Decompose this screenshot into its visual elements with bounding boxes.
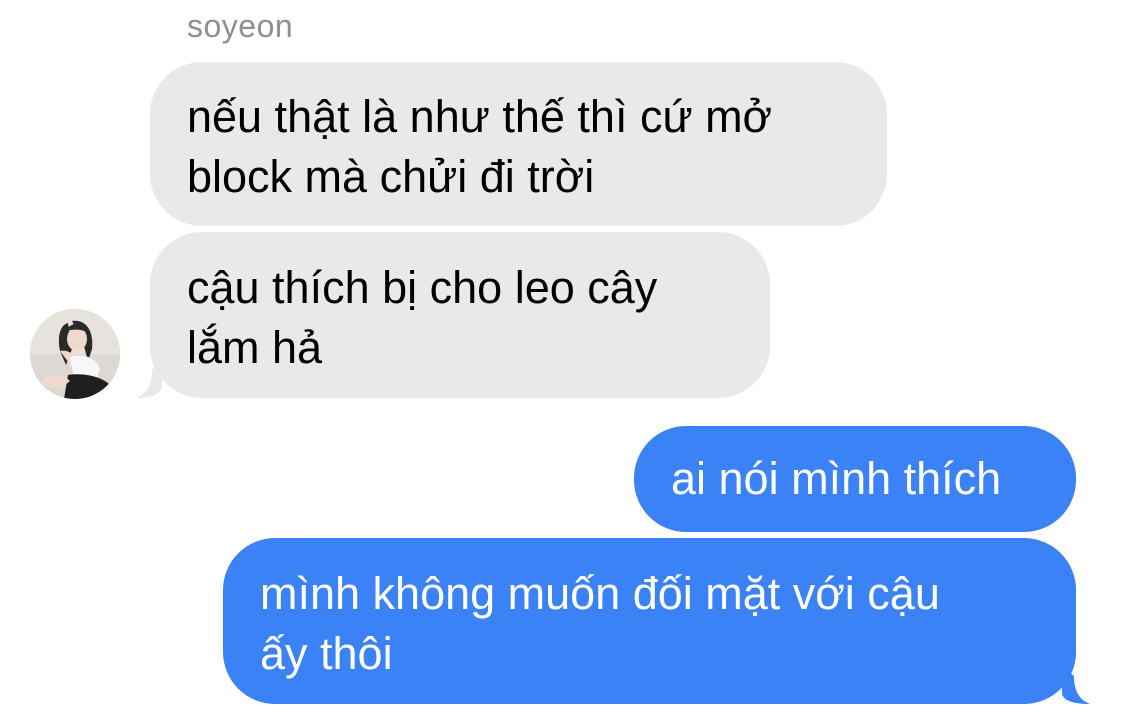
contact-avatar[interactable]	[30, 309, 120, 399]
avatar-photo	[30, 309, 120, 399]
sender-name: soyeon	[187, 8, 294, 44]
incoming-message-bubble[interactable]: cậu thích bị cho leo cây lắm hả	[150, 232, 770, 398]
outgoing-message-bubble[interactable]: ai nói mình thích	[634, 426, 1076, 532]
incoming-message-bubble[interactable]: nếu thật là như thế thì cứ mở block mà c…	[150, 62, 887, 226]
outgoing-message-bubble[interactable]: mình không muốn đối mặt với cậu ấy thôi	[223, 538, 1076, 704]
